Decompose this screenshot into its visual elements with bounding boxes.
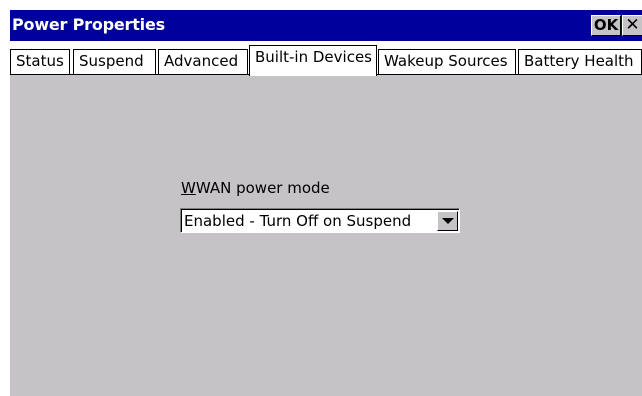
dropdown-arrow-button[interactable] (437, 211, 458, 231)
tab-wakeup-sources[interactable]: Wakeup Sources (378, 49, 516, 75)
tab-battery-health[interactable]: Battery Health (518, 49, 642, 75)
close-icon: ✕ (625, 15, 640, 35)
built-in-devices-panel: WWAN power mode Enabled - Turn Off on Su… (10, 75, 642, 396)
tab-suspend[interactable]: Suspend (73, 49, 156, 75)
wwan-power-mode-dropdown[interactable]: Enabled - Turn Off on Suspend (180, 208, 460, 233)
title-bar: Power Properties OK ✕ (10, 10, 642, 41)
tab-strip: Status Suspend Advanced Built-in Devices… (10, 41, 642, 76)
tab-built-in-devices[interactable]: Built-in Devices (249, 45, 377, 76)
tab-advanced[interactable]: Advanced (158, 49, 248, 75)
wwan-label-accelerator: W (181, 179, 196, 197)
window-title: Power Properties (12, 15, 165, 34)
ok-button[interactable]: OK (591, 15, 621, 36)
power-properties-window: Power Properties OK ✕ Status Suspend Adv… (0, 0, 642, 396)
wwan-power-mode-label: WWAN power mode (181, 178, 330, 198)
dropdown-frame: Enabled - Turn Off on Suspend (181, 209, 459, 232)
tab-status[interactable]: Status (10, 49, 70, 75)
wwan-label-rest: WAN power mode (195, 179, 330, 197)
wwan-power-mode-value: Enabled - Turn Off on Suspend (184, 212, 412, 230)
chevron-down-icon (442, 218, 454, 224)
close-button[interactable]: ✕ (622, 15, 642, 36)
